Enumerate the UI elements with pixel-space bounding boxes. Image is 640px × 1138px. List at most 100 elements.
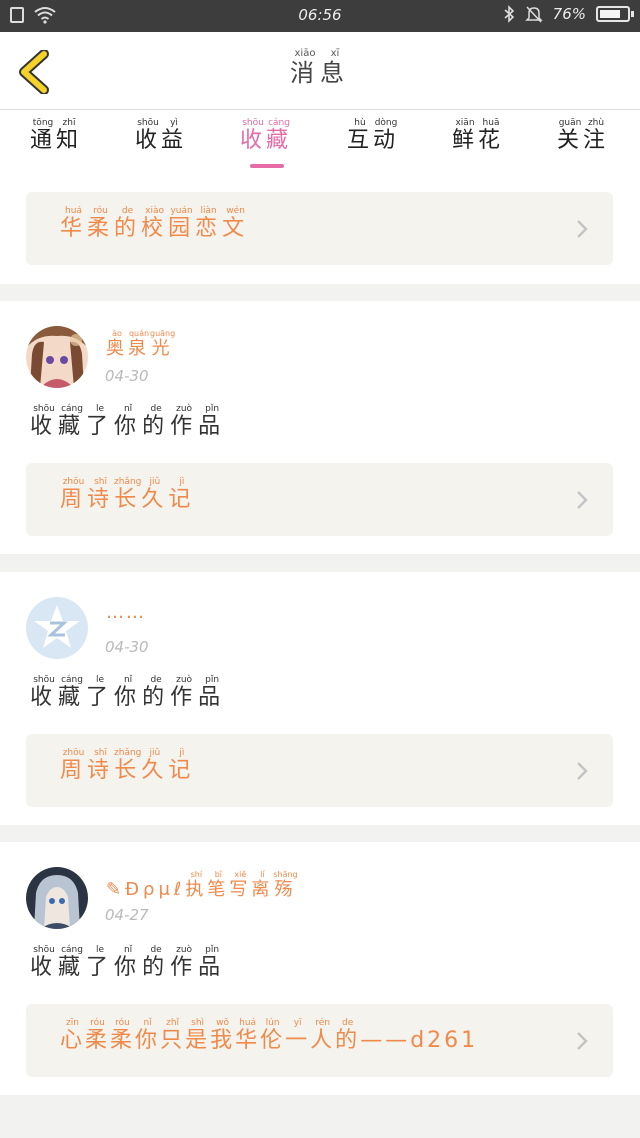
hanzi-char: 离lí [251, 870, 274, 900]
hanzi-char: 的de [335, 1018, 361, 1053]
page-title: 消xiāo息xī [290, 48, 350, 87]
work-link[interactable]: 心zīn柔róu柔róu你nǐ只zhǐ是shì我wǒ华huá伦lún一yī人ré… [26, 1004, 613, 1077]
notification-date: 04-30 [105, 367, 149, 385]
hanzi-char: 记jì [168, 477, 196, 512]
hanzi-char: 校xiào [141, 206, 169, 241]
hanzi-char: 收shōu [240, 118, 267, 153]
avatar[interactable] [26, 326, 88, 388]
notification-date: 04-27 [105, 906, 149, 924]
hanzi-char: 通tōng [30, 118, 57, 153]
hanzi-char: 你nǐ [114, 675, 143, 710]
hanzi-char: 柔róu [87, 206, 115, 241]
tab-bar: 通tōng知zhī 收shōu益yì 收shōu藏cáng 互hù动dòng 鲜… [0, 110, 640, 182]
hanzi-char: 周zhōu [60, 748, 88, 783]
hanzi-char: 柔róu [110, 1018, 136, 1053]
username[interactable]: 奥ào泉quán光guāng [106, 329, 175, 360]
hanzi-char: 我wǒ [210, 1018, 236, 1053]
hanzi-char: 你nǐ [135, 1018, 161, 1053]
work-title-suffix: ——d261 [360, 1028, 479, 1053]
hanzi-char: 收shōu [135, 118, 162, 153]
hanzi-char: 消xiāo [290, 48, 320, 87]
work-title: 周zhōu诗shī长zhǎng久jiǔ记jì [60, 477, 195, 513]
hanzi-char: 的de [142, 404, 171, 439]
hanzi-char: 只zhǐ [160, 1018, 186, 1053]
tab-favorites[interactable]: 收shōu藏cáng [240, 118, 292, 154]
top-work-card: 华huá柔róu的de校xiào园yuán恋liàn文wén [0, 182, 640, 284]
notification-item: …… 04-30 收shōu藏cáng了le你nǐ的de作zuò品pǐn 周zh… [0, 572, 640, 825]
bluetooth-icon [504, 5, 514, 23]
hanzi-char: 泉quán [128, 329, 150, 359]
hanzi-char: 息xī [320, 48, 350, 87]
avatar[interactable] [26, 867, 88, 929]
hanzi-char: 文wén [222, 206, 250, 241]
hanzi-char: 动dòng [373, 118, 400, 153]
hanzi-char: 写xiě [229, 870, 252, 900]
notification-item: ✎Ðρμℓ执shí笔bǐ写xiě离lí殇shāng 04-27 收shōu藏cá… [0, 842, 640, 1095]
hanzi-char: 周zhōu [60, 477, 88, 512]
hanzi-char: 收shōu [30, 945, 59, 980]
tab-interaction[interactable]: 互hù动dòng [347, 118, 399, 154]
hanzi-char: 光guāng [150, 329, 176, 359]
notification-date: 04-30 [105, 638, 149, 656]
hanzi-char: 华huá [60, 206, 88, 241]
hanzi-char: 是shì [185, 1018, 211, 1053]
tab-follow[interactable]: 关guān注zhù [557, 118, 609, 154]
hanzi-char: 执shí [185, 870, 208, 900]
hanzi-char: 藏cáng [266, 118, 293, 153]
hanzi-char: 诗shī [87, 477, 115, 512]
avatar[interactable] [26, 597, 88, 659]
hanzi-char: 奥ào [106, 329, 128, 359]
username[interactable]: …… [106, 602, 146, 623]
hanzi-char: 藏cáng [58, 675, 87, 710]
hanzi-char: 品pǐn [198, 945, 227, 980]
hanzi-char: 了le [86, 945, 115, 980]
hanzi-char: 恋liàn [195, 206, 223, 241]
hanzi-char: 久jiǔ [141, 748, 169, 783]
hanzi-char: 记jì [168, 748, 196, 783]
hanzi-char: 的de [114, 206, 142, 241]
status-bar: 06:56 76% [0, 0, 640, 32]
hanzi-char: 殇shāng [273, 870, 298, 900]
hanzi-char: 作zuò [170, 404, 199, 439]
notification-item: 奥ào泉quán光guāng 04-30 收shōu藏cáng了le你nǐ的de… [0, 301, 640, 554]
hanzi-char: 了le [86, 404, 115, 439]
hanzi-char: 柔róu [85, 1018, 111, 1053]
header-bar: 消xiāo息xī [0, 32, 640, 110]
hanzi-char: 知zhī [56, 118, 83, 153]
hanzi-char: 一yī [285, 1018, 311, 1053]
hanzi-char: 作zuò [170, 675, 199, 710]
hanzi-char: 的de [142, 945, 171, 980]
active-tab-indicator [250, 164, 284, 168]
hanzi-char: 园yuán [168, 206, 196, 241]
chevron-right-icon [577, 220, 588, 238]
tab-notifications[interactable]: 通tōng知zhī [30, 118, 82, 154]
username[interactable]: ✎Ðρμℓ执shí笔bǐ写xiě离lí殇shāng [106, 870, 298, 901]
hanzi-char: 长zhǎng [114, 477, 142, 512]
hanzi-char: 长zhǎng [114, 748, 142, 783]
hanzi-char: 花huā [478, 118, 505, 153]
mute-bell-icon [524, 6, 543, 23]
work-link[interactable]: 周zhōu诗shī长zhǎng久jiǔ记jì [26, 734, 613, 807]
hanzi-char: 华huá [235, 1018, 261, 1053]
hanzi-char: 藏cáng [58, 945, 87, 980]
tab-earnings[interactable]: 收shōu益yì [135, 118, 187, 154]
action-text: 收shōu藏cáng了le你nǐ的de作zuò品pǐn [30, 675, 226, 711]
tab-flowers[interactable]: 鲜xiān花huā [452, 118, 504, 154]
work-link[interactable]: 周zhōu诗shī长zhǎng久jiǔ记jì [26, 463, 613, 536]
work-link[interactable]: 华huá柔róu的de校xiào园yuán恋liàn文wén [26, 192, 613, 265]
hanzi-char: 注zhù [583, 118, 610, 153]
battery-icon [596, 6, 634, 22]
hanzi-char: 益yì [161, 118, 188, 153]
hanzi-char: 收shōu [30, 404, 59, 439]
hanzi-char: 藏cáng [58, 404, 87, 439]
chevron-right-icon [577, 762, 588, 780]
hanzi-char: 笔bǐ [207, 870, 230, 900]
hanzi-char: 你nǐ [114, 945, 143, 980]
hanzi-char: 你nǐ [114, 404, 143, 439]
hanzi-char: 的de [142, 675, 171, 710]
hanzi-char: 了le [86, 675, 115, 710]
hanzi-char: 心zīn [60, 1018, 86, 1053]
chevron-right-icon [577, 491, 588, 509]
work-title: 华huá柔róu的de校xiào园yuán恋liàn文wén [60, 206, 249, 242]
work-title: 周zhōu诗shī长zhǎng久jiǔ记jì [60, 748, 195, 784]
